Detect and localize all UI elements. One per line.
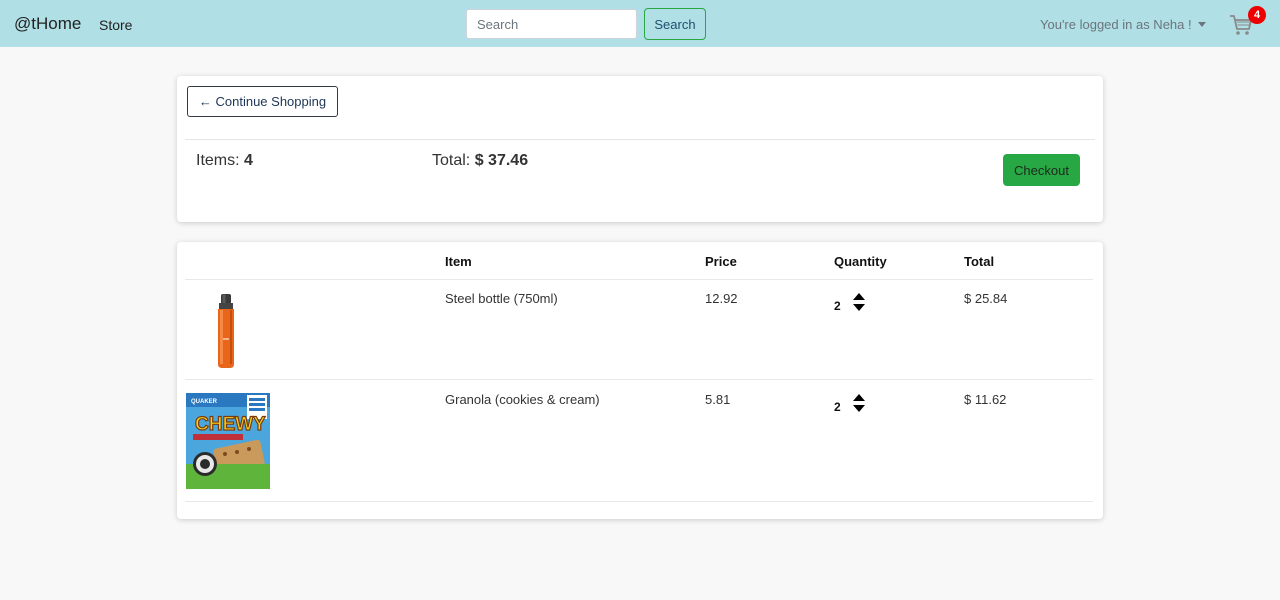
caret-down-icon [1197, 22, 1206, 27]
nav-link-store[interactable]: Store [99, 17, 132, 33]
column-header-item: Item [445, 254, 472, 269]
item-name[interactable]: Granola (cookies & cream) [445, 392, 600, 407]
row-divider [185, 501, 1093, 502]
user-menu-dropdown[interactable]: You're logged in as Neha ! [1040, 17, 1206, 32]
summary-divider [185, 139, 1095, 140]
table-header-divider [185, 279, 1093, 280]
column-header-quantity: Quantity [834, 254, 887, 269]
arrow-down-icon[interactable] [853, 405, 865, 412]
quantity-stepper[interactable] [852, 394, 866, 414]
items-count-label: Items: [196, 152, 240, 169]
steel-bottle-image [218, 294, 234, 368]
cart-summary-card: ← Continue Shopping Items: 4 Total: $ 37… [177, 76, 1103, 222]
quantity-stepper[interactable] [852, 293, 866, 313]
arrow-up-icon[interactable] [853, 394, 865, 401]
cart-total-value: $ 37.46 [474, 152, 529, 169]
cart-total-label: Total: [432, 152, 471, 169]
continue-shopping-button[interactable]: ← Continue Shopping [187, 86, 338, 117]
column-header-total: Total [964, 254, 995, 269]
granola-maker-text: QUAKER [191, 399, 218, 405]
granola-box-image: QUAKER CHEWY [186, 393, 270, 489]
cart-total: Total: $ 37.46 [432, 152, 528, 170]
brand-logo[interactable]: @tHome [14, 14, 81, 34]
item-quantity: 2 [834, 299, 841, 313]
cart-count-badge: 4 [1248, 6, 1266, 24]
arrow-down-icon[interactable] [853, 304, 865, 311]
search-input[interactable] [466, 9, 637, 39]
top-navbar: @tHome Store Search You're logged in as … [0, 0, 1280, 47]
row-divider [185, 379, 1093, 380]
item-quantity: 2 [834, 400, 841, 414]
arrow-up-icon[interactable] [853, 293, 865, 300]
granola-brand-text: CHEWY [195, 414, 266, 435]
checkout-button[interactable]: Checkout [1003, 154, 1080, 186]
search-button[interactable]: Search [644, 8, 706, 40]
items-count: Items: 4 [196, 152, 253, 170]
item-total: $ 11.62 [964, 392, 1007, 407]
cart-items-table: Item Price Quantity Total Steel bottle (… [177, 242, 1103, 519]
user-menu-label: You're logged in as Neha ! [1040, 17, 1192, 32]
column-header-price: Price [705, 254, 737, 269]
item-price: 5.81 [705, 392, 731, 407]
items-count-value: 4 [244, 152, 253, 169]
item-total: $ 25.84 [964, 291, 1008, 306]
item-name[interactable]: Steel bottle (750ml) [445, 291, 558, 306]
item-price: 12.92 [705, 291, 738, 306]
